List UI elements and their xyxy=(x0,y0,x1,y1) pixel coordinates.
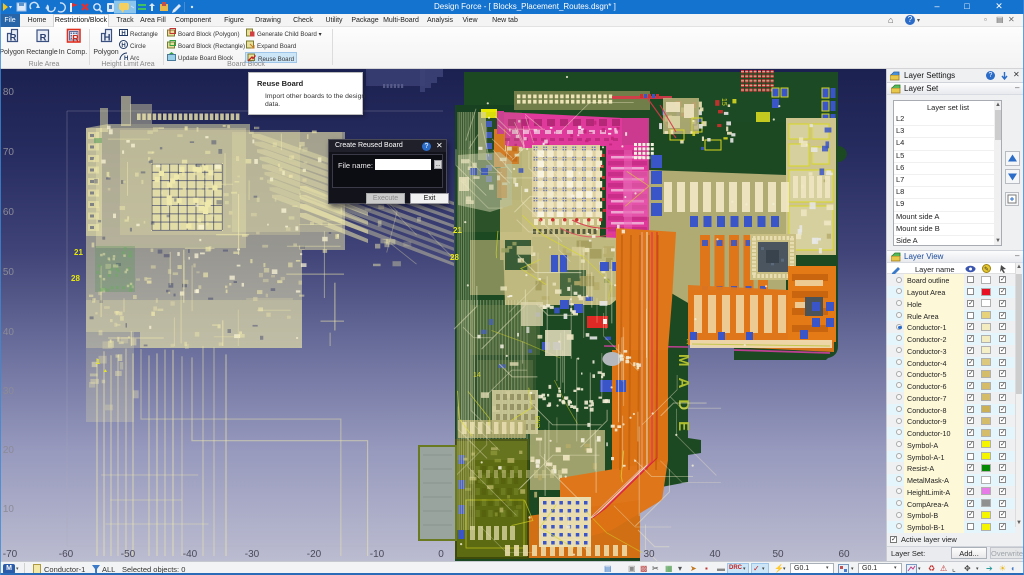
svg-text:-70: -70 xyxy=(3,549,18,560)
svg-text:-30: -30 xyxy=(245,549,260,560)
svg-text:CN3: CN3 xyxy=(536,415,542,428)
svg-text:15: 15 xyxy=(720,98,727,106)
svg-text:-60: -60 xyxy=(59,549,74,560)
svg-text:70: 70 xyxy=(3,147,15,158)
svg-text:21: 21 xyxy=(74,248,83,257)
svg-text:H: H xyxy=(121,31,125,37)
svg-text:28: 28 xyxy=(71,274,80,283)
svg-text:R: R xyxy=(72,34,79,44)
svg-text:60: 60 xyxy=(3,207,15,218)
svg-text:40: 40 xyxy=(3,327,15,338)
svg-text:1: 1 xyxy=(96,359,100,366)
svg-text:30: 30 xyxy=(643,549,655,560)
svg-text:R: R xyxy=(9,33,16,44)
svg-text:50: 50 xyxy=(3,267,15,278)
svg-text:60: 60 xyxy=(838,549,850,560)
svg-text:H: H xyxy=(121,43,125,49)
svg-text:H: H xyxy=(103,33,110,44)
svg-text:MADE: MADE xyxy=(675,354,692,442)
svg-text:40: 40 xyxy=(709,549,721,560)
svg-text:-50: -50 xyxy=(121,549,136,560)
svg-text:0: 0 xyxy=(438,549,444,560)
svg-text:-40: -40 xyxy=(183,549,198,560)
svg-text:20: 20 xyxy=(3,445,15,456)
svg-text:▲: ▲ xyxy=(103,368,108,374)
svg-text:10: 10 xyxy=(3,504,15,515)
svg-text:-10: -10 xyxy=(370,549,385,560)
svg-text:✎: ✎ xyxy=(984,266,989,273)
svg-text:-20: -20 xyxy=(307,549,322,560)
svg-text:R: R xyxy=(39,33,46,44)
svg-text:30: 30 xyxy=(3,386,15,397)
svg-text:50: 50 xyxy=(772,549,784,560)
svg-text:80: 80 xyxy=(3,87,15,98)
